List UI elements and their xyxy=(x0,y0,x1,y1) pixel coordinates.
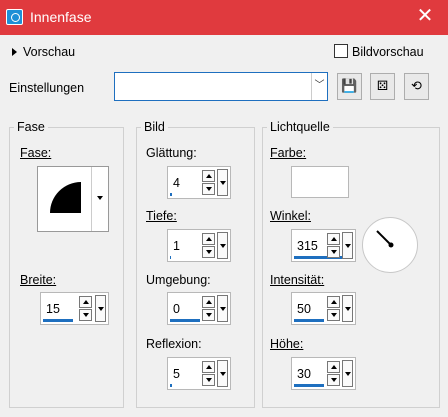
intensity-label: Intensität: xyxy=(270,273,325,287)
shape-dropdown-button[interactable] xyxy=(91,167,108,231)
angle-label: Winkel: xyxy=(270,209,311,223)
close-button[interactable]: ✕ xyxy=(402,0,448,35)
smoothing-label: Glättung: xyxy=(146,146,197,160)
smoothing-value: 4 xyxy=(173,176,180,190)
camera-icon xyxy=(6,9,23,25)
color-label: Farbe: xyxy=(270,146,307,160)
preview-label: Vorschau xyxy=(23,45,76,59)
reflection-bar xyxy=(170,384,172,387)
up-arrow-icon[interactable] xyxy=(327,361,340,373)
intensity-bar xyxy=(294,319,324,322)
save-preset-button[interactable]: 💾 xyxy=(337,73,362,100)
reflection-spinner[interactable]: 5 xyxy=(167,357,231,390)
reset-icon: ⟲ xyxy=(411,78,422,93)
intensity-spinner[interactable]: 50 xyxy=(291,292,356,325)
fase-group: Fase xyxy=(9,120,124,408)
depth-bar xyxy=(170,256,171,259)
random-button[interactable]: ⚄ xyxy=(370,73,395,100)
depth-label: Tiefe: xyxy=(146,209,177,223)
shape-selector[interactable] xyxy=(37,166,109,232)
reflection-value: 5 xyxy=(173,367,180,381)
down-arrow-icon[interactable] xyxy=(202,374,215,386)
smoothing-bar xyxy=(170,193,172,196)
smoothing-dropdown-button[interactable] xyxy=(217,169,228,196)
width-dropdown-button[interactable] xyxy=(95,295,106,322)
up-arrow-icon[interactable] xyxy=(327,296,340,308)
up-arrow-icon[interactable] xyxy=(202,233,215,245)
angle-spinner[interactable]: 315 xyxy=(291,229,356,262)
down-arrow-icon[interactable] xyxy=(327,374,340,386)
ambience-label: Umgebung: xyxy=(146,273,211,287)
reflection-label: Reflexion: xyxy=(146,337,202,351)
up-arrow-icon[interactable] xyxy=(202,361,215,373)
preview-toggle[interactable]: Vorschau xyxy=(12,45,75,59)
image-preview-label: Bildvorschau xyxy=(352,45,424,59)
shape-label: Fase: xyxy=(20,146,52,160)
intensity-dropdown-button[interactable] xyxy=(342,295,353,322)
window-title: Innenfase xyxy=(30,9,92,25)
down-arrow-icon[interactable] xyxy=(202,246,215,258)
image-preview-checkbox[interactable] xyxy=(334,44,348,58)
dice-icon: ⚄ xyxy=(376,78,389,93)
up-arrow-icon[interactable] xyxy=(327,233,340,245)
ambience-value: 0 xyxy=(173,302,180,316)
width-value: 15 xyxy=(46,302,60,316)
chevron-down-icon[interactable]: ﹀ xyxy=(311,73,327,100)
angle-bar xyxy=(294,256,349,259)
smoothing-spinner[interactable]: 4 xyxy=(167,166,231,199)
width-spinner[interactable]: 15 xyxy=(40,292,109,325)
height-dropdown-button[interactable] xyxy=(342,360,353,387)
reset-button[interactable]: ⟲ xyxy=(404,73,429,100)
down-arrow-icon[interactable] xyxy=(202,183,215,195)
down-arrow-icon[interactable] xyxy=(79,309,92,321)
down-arrow-icon[interactable] xyxy=(327,309,340,321)
title-bar: Innenfase ✕ xyxy=(0,0,448,35)
height-label: Höhe: xyxy=(270,337,304,351)
angle-dropdown-button[interactable] xyxy=(342,232,353,259)
height-value: 30 xyxy=(297,367,311,381)
settings-dropdown[interactable]: ﹀ xyxy=(114,72,328,101)
up-arrow-icon[interactable] xyxy=(202,296,215,308)
fase-title: Fase xyxy=(17,120,45,134)
bild-title: Bild xyxy=(144,120,165,134)
height-bar xyxy=(294,384,324,387)
settings-label: Einstellungen xyxy=(9,81,85,95)
depth-value: 1 xyxy=(173,239,180,253)
ambience-bar xyxy=(170,319,200,322)
ambience-spinner[interactable]: 0 xyxy=(167,292,231,325)
save-icon: 💾 xyxy=(341,78,358,93)
depth-spinner[interactable]: 1 xyxy=(167,229,231,262)
angle-value: 315 xyxy=(297,239,318,253)
width-bar xyxy=(43,319,73,322)
intensity-value: 50 xyxy=(297,302,311,316)
width-label: Breite: xyxy=(20,273,57,287)
depth-dropdown-button[interactable] xyxy=(217,232,228,259)
angle-dial[interactable] xyxy=(362,217,418,273)
down-arrow-icon[interactable] xyxy=(202,309,215,321)
color-swatch[interactable] xyxy=(291,166,349,198)
reflection-dropdown-button[interactable] xyxy=(217,360,228,387)
expand-triangle-icon xyxy=(12,48,17,56)
down-arrow-icon[interactable] xyxy=(327,246,340,258)
up-arrow-icon[interactable] xyxy=(79,296,92,308)
up-arrow-icon[interactable] xyxy=(202,170,215,182)
height-spinner[interactable]: 30 xyxy=(291,357,356,390)
light-title: Lichtquelle xyxy=(270,120,330,134)
dial-needle-icon xyxy=(376,230,394,248)
bevel-shape-icon xyxy=(50,182,81,213)
ambience-dropdown-button[interactable] xyxy=(217,295,228,322)
